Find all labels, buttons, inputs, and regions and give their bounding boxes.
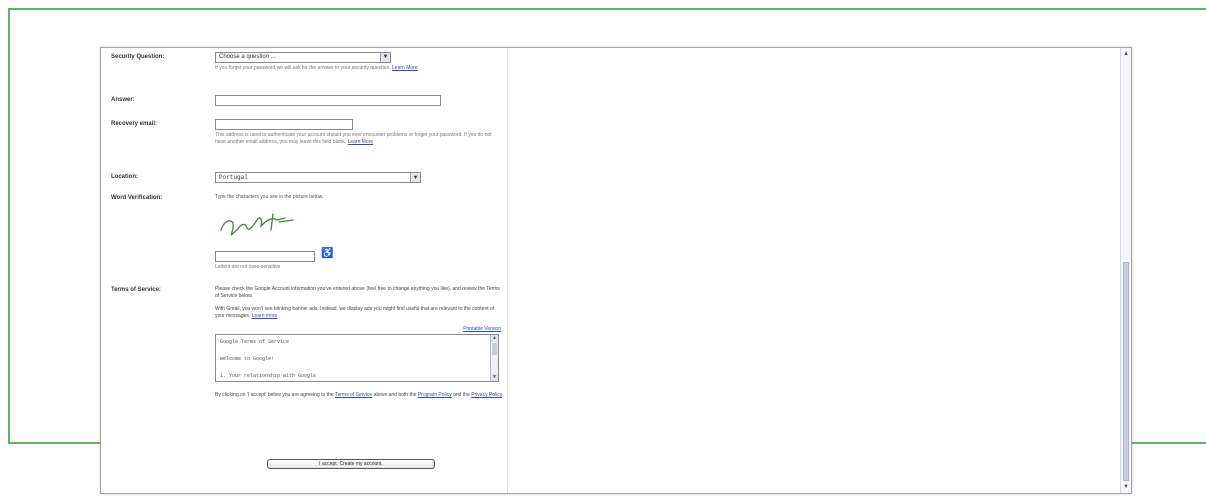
security-question-help-text: If you forget your password we will ask …: [215, 65, 391, 71]
location-selected: Portugal: [219, 174, 248, 181]
tos-line: 1. Your relationship with Google: [220, 373, 317, 379]
terms-paragraph-2: With Gmail, you won't see blinking banne…: [215, 306, 503, 320]
location-select[interactable]: Portugal ▼: [215, 172, 421, 183]
answer-input[interactable]: [215, 95, 441, 106]
tos-link[interactable]: Terms of Service: [335, 392, 372, 398]
terms-learn-more[interactable]: Learn more: [252, 313, 278, 319]
printable-version-link[interactable]: Printable Version: [463, 326, 501, 332]
accept-create-account-button[interactable]: I accept. Create my account.: [267, 459, 435, 469]
captcha-input-wrap: ♿ Letters are not case-sensitive: [215, 248, 333, 271]
terms-label: Terms of Service:: [111, 287, 161, 293]
tos-line: Google Terms of Service: [220, 339, 290, 345]
captcha-strokes: [220, 213, 294, 236]
page-scroll-thumb[interactable]: [1123, 262, 1129, 481]
recovery-email-help: This address is used to authenticate you…: [215, 132, 503, 146]
terms-scroll-box[interactable]: Google Terms of Service Welcome to Googl…: [215, 334, 499, 382]
terms-scrollbar[interactable]: ▲ ▼: [490, 335, 498, 381]
terms-paragraph-1: Please check the Google Account informat…: [215, 286, 500, 299]
location-label: Location:: [111, 174, 138, 180]
printable-version-wrap: Printable Version: [215, 326, 501, 333]
security-question-select[interactable]: Choose a question ... ▼: [215, 52, 391, 63]
captcha-help: Letters are not case-sensitive: [215, 264, 281, 270]
answer-label: Answer:: [111, 97, 135, 103]
up-arrow-icon[interactable]: ▲: [1122, 50, 1130, 58]
word-verification-field: Type the characters you see in the pictu…: [215, 194, 505, 274]
program-policy-link[interactable]: Program Policy: [418, 392, 452, 398]
security-question-selected: Choose a question ...: [219, 54, 276, 60]
captcha-input[interactable]: [215, 251, 315, 262]
signup-form: Security Question: Choose a question ...…: [101, 48, 508, 493]
agree-text-2: above and both the: [373, 392, 417, 398]
word-verification-label: Word Verification:: [111, 195, 163, 201]
terms-scroll-thumb[interactable]: [492, 343, 497, 355]
security-question-learn-more[interactable]: Learn More: [392, 65, 418, 71]
security-question-field: Choose a question ... ▼ If you forget yo…: [215, 52, 505, 72]
terms-field: Please check the Google Account informat…: [215, 286, 505, 399]
recovery-email-field: This address is used to authenticate you…: [215, 119, 505, 146]
answer-field: [215, 95, 505, 106]
page-scrollbar[interactable]: ▲ ▼: [1120, 48, 1131, 493]
agree-text: By clicking on 'I accept' below you are …: [215, 392, 334, 398]
down-arrow-icon[interactable]: ▼: [491, 374, 498, 381]
down-arrow-icon[interactable]: ▼: [1122, 483, 1130, 491]
wheelchair-icon[interactable]: ♿: [321, 248, 333, 259]
recovery-email-input[interactable]: [215, 119, 353, 130]
browser-window: Security Question: Choose a question ...…: [100, 47, 1132, 494]
privacy-policy-link[interactable]: Privacy Policy: [471, 392, 502, 398]
captcha-word: gerhzer: [215, 206, 219, 207]
recovery-email-label: Recovery email:: [111, 121, 158, 127]
security-question-label: Security Question:: [111, 54, 165, 60]
location-field: Portugal ▼: [215, 172, 505, 183]
word-verification-instruction: Type the characters you see in the pictu…: [215, 194, 324, 200]
tos-line: Welcome to Google!: [220, 356, 275, 362]
dropdown-arrow-icon: ▼: [410, 173, 420, 182]
agree-text-3: and the: [453, 392, 470, 398]
security-question-help: If you forget your password we will ask …: [215, 65, 485, 72]
recovery-email-learn-more[interactable]: Learn More: [348, 139, 374, 145]
agree-statement: By clicking on 'I accept' below you are …: [215, 392, 503, 399]
captcha-image: gerhzer: [215, 206, 294, 236]
up-arrow-icon[interactable]: ▲: [491, 335, 498, 342]
dropdown-arrow-icon: ▼: [380, 53, 390, 62]
